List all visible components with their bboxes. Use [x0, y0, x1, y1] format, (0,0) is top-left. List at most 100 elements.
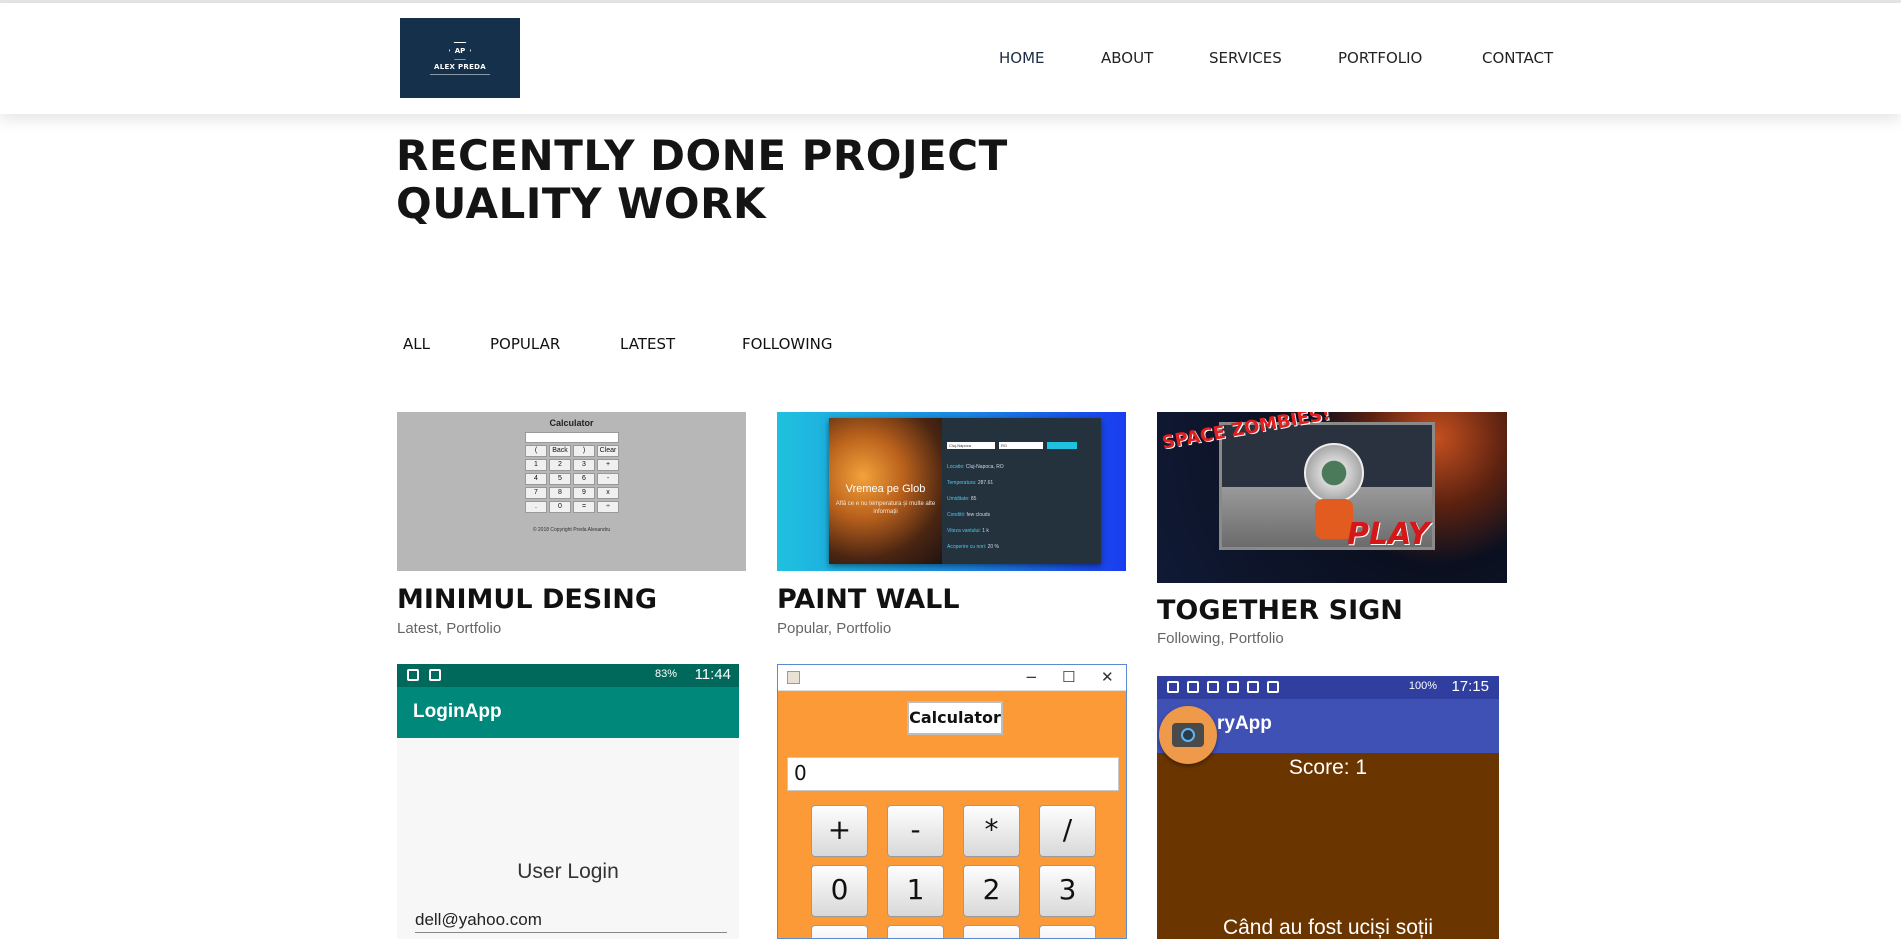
thumb-login-heading: User Login: [517, 860, 619, 883]
thumb-jcalc-key: -: [887, 805, 944, 857]
thumb-weather-row: Temperatura: 287.61: [947, 480, 1004, 496]
project-card-minimul-desing[interactable]: Calculator (Back) Clear 1 2 3 +4 5 6- 7 8 9 x. 0 = ÷ ©…: [397, 412, 746, 640]
camera-icon: [1172, 723, 1204, 747]
project-tags: Popular, Portfolio: [777, 620, 892, 637]
thumb-weather-country-input: RO: [999, 442, 1043, 449]
thumb-quiz-status-bar: 100% 17:15: [1157, 676, 1499, 699]
nav-services[interactable]: SERVICES: [1209, 49, 1282, 67]
battery-level: 100%: [1408, 680, 1437, 692]
project-card-paint-wall[interactable]: Vremea pe Glob Află ce e nu temperatura …: [777, 412, 1126, 640]
thumb-calc-key: ÷: [597, 501, 619, 513]
filter-latest[interactable]: LATEST: [620, 335, 675, 353]
thumb-jcalc-key: 2: [963, 865, 1020, 917]
thumb-jcalc-name: Calculator: [907, 701, 1003, 735]
thumb-weather-row-label: Temperatura:: [947, 480, 977, 486]
whatsapp-icon: [1247, 681, 1259, 693]
thumb-weather-row-value: 1 k: [982, 528, 989, 534]
thumb-calc-key: Back: [549, 445, 571, 457]
filter-all[interactable]: ALL: [403, 335, 430, 353]
project-card-java-calculator[interactable]: − ☐ ✕ Calculator 0 + - */0 1 2 3: [777, 664, 1127, 939]
thumb-jcalc-key: [887, 925, 944, 938]
thumb-calc-key: 3: [573, 459, 595, 471]
thumb-weather-row-value: Cluj-Napoca, RO: [965, 464, 1004, 470]
thumb-calc-key: x: [597, 487, 619, 499]
project-thumbnail-java-calc[interactable]: − ☐ ✕ Calculator 0 + - */0 1 2 3: [777, 664, 1127, 939]
minimize-icon: −: [1025, 668, 1038, 686]
thumb-calc-key: 2: [549, 459, 571, 471]
thumb-jcalc-key: 1: [887, 865, 944, 917]
thumb-jcalc-key: /: [1039, 805, 1096, 857]
thumb-jcalc-key: [811, 925, 868, 938]
thumb-weather-row-label: Viteza vantului:: [947, 528, 981, 534]
thumb-weather-form: Cluj-Napoca RO: [947, 442, 1097, 451]
thumb-weather-row-label: Umiditate:: [947, 496, 970, 502]
thumb-weather-row-value: 287.61: [977, 480, 994, 486]
thumb-weather-subtitle: Află ce e nu temperatura și multe alte i…: [835, 501, 936, 515]
site-header: AP ALEX PREDA HOME ABOUT SERVICES PORTFO…: [0, 3, 1901, 114]
thumb-weather-city-input: Cluj-Napoca: [947, 442, 995, 449]
thumb-weather-row: Umiditate: 85: [947, 496, 1004, 512]
thumb-login-status-bar: 83% 11:44: [397, 664, 739, 687]
nav-about[interactable]: ABOUT: [1101, 49, 1153, 67]
filter-popular[interactable]: POPULAR: [490, 335, 560, 353]
thumb-jcalc-key: 0: [811, 865, 868, 917]
facebook-icon: [1187, 681, 1199, 693]
project-title[interactable]: TOGETHER SIGN: [1157, 595, 1403, 626]
page-title-line2: QUALITY WORK: [396, 179, 767, 228]
thumb-calc-footer: © 2018 Copyright Preda Alexandru: [532, 527, 611, 533]
thumb-calc-key: 9: [573, 487, 595, 499]
thumb-login-app-bar: LoginApp: [397, 687, 739, 738]
thumb-weather-rows: Locatie: Cluj-Napoca, RO Temperatura: 287…: [947, 464, 1004, 560]
page-title-line1: RECENTLY DONE PROJECT: [396, 131, 1008, 180]
logo-underline: [430, 73, 490, 75]
thumb-weather-row-label: Locatie:: [947, 464, 965, 470]
project-card-login-app[interactable]: 83% 11:44 LoginApp User Login dell@yahoo…: [397, 664, 739, 939]
thumb-game-play: PLAY: [1347, 517, 1430, 552]
thumb-calc-key: 0: [549, 501, 571, 513]
thumb-calc-key: =: [573, 501, 595, 513]
thumb-calc-key: ): [573, 445, 595, 457]
thumb-calc-key: -: [597, 473, 619, 485]
thumb-jcalc-key: 3: [1039, 865, 1096, 917]
thumb-weather-title: Vremea pe Glob: [845, 483, 926, 495]
thumb-weather-row-value: 85: [970, 496, 977, 502]
project-thumbnail-game[interactable]: SPACE ZOMBIES! PLAY: [1157, 412, 1507, 583]
project-thumbnail-login[interactable]: 83% 11:44 LoginApp User Login dell@yahoo…: [397, 664, 739, 939]
project-tags: Following, Portfolio: [1157, 630, 1284, 647]
project-thumbnail-quiz[interactable]: 100% 17:15 ryApp Score: 1 Când au fost u…: [1157, 676, 1499, 939]
filter-following[interactable]: FOLLOWING: [742, 335, 833, 353]
project-title[interactable]: MINIMUL DESING: [397, 584, 657, 615]
thumb-weather-row-label: Conditii:: [947, 512, 966, 518]
thumb-quiz-score: Score: 1: [1288, 756, 1368, 779]
thumb-jcalc-key: +: [811, 805, 868, 857]
thumb-jcalc-keys: + - * / 0 1 2 3: [811, 805, 1126, 938]
nav-home[interactable]: HOME: [999, 49, 1045, 67]
thumb-calc-keys: (Back) Clear 1 2 3 +4 5 6- 7 8 9 x. 0 = ÷: [525, 445, 619, 513]
project-card-quiz-app[interactable]: 100% 17:15 ryApp Score: 1 Când au fost u…: [1157, 676, 1499, 939]
thumb-calc-key: 5: [549, 473, 571, 485]
thumb-weather-card: Vremea pe Glob Află ce e nu temperatura …: [829, 418, 1101, 564]
thumb-calc-key: .: [525, 501, 547, 513]
thumb-weather-button: [1047, 442, 1077, 449]
project-thumbnail-calculator[interactable]: Calculator (Back) Clear 1 2 3 +4 5 6- 7 8 9 x. 0 = ÷ ©…: [397, 412, 746, 571]
thumb-calc-key: (: [525, 445, 547, 457]
thumb-jcalc-key: [963, 925, 1020, 938]
main-nav: HOME ABOUT SERVICES PORTFOLIO CONTACT: [0, 49, 1901, 73]
thumb-calc-title: Calculator: [549, 418, 594, 428]
thumb-calc-key: 6: [573, 473, 595, 485]
play-icon: [429, 669, 441, 681]
thumb-calc-display: [525, 432, 619, 443]
thumb-weather-row-value: few clouds: [966, 512, 991, 518]
battery-level: 83%: [654, 668, 677, 680]
thumb-weather-row: Viteza vantului: 1 k: [947, 528, 1004, 544]
project-card-together-sign[interactable]: SPACE ZOMBIES! PLAY TOGETHER SIGN Follow…: [1157, 412, 1507, 652]
project-thumbnail-weather[interactable]: Vremea pe Glob Află ce e nu temperatura …: [777, 412, 1126, 571]
thumb-jcalc-key: [1039, 925, 1096, 938]
project-title[interactable]: PAINT WALL: [777, 584, 960, 615]
thumb-login-email-field: dell@yahoo.com: [415, 910, 727, 933]
nav-portfolio[interactable]: PORTFOLIO: [1338, 49, 1422, 67]
youtube-icon: [1207, 681, 1219, 693]
thumb-weather-image: Vremea pe Glob Află ce e nu temperatura …: [829, 418, 942, 564]
nav-contact[interactable]: CONTACT: [1482, 49, 1553, 67]
thumb-weather-row-label: Acoperire cu nori:: [947, 544, 987, 550]
